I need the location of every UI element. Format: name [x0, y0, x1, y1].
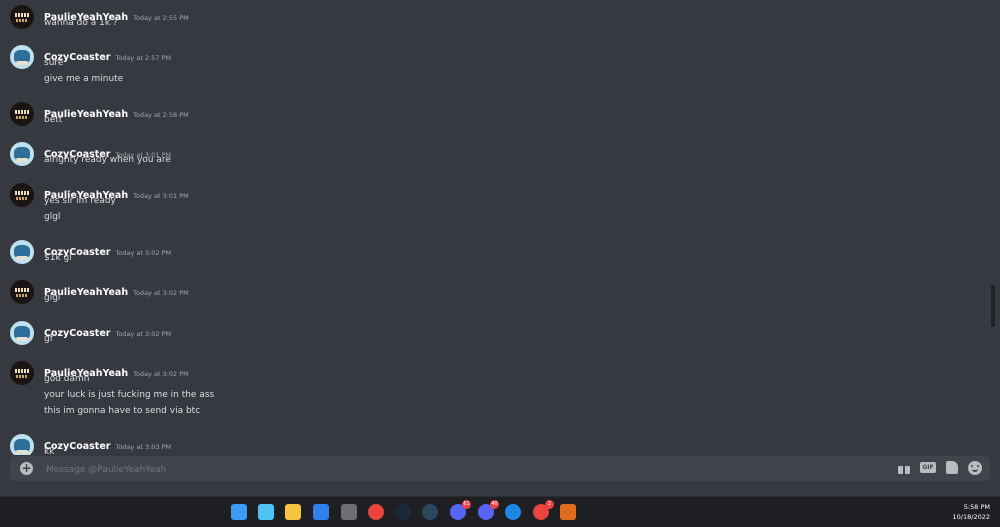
discord-icon[interactable]: 40 [478, 500, 499, 520]
gift-icon[interactable] [897, 461, 911, 475]
emoji-icon[interactable] [968, 461, 982, 475]
message-text: glgl [44, 293, 61, 303]
app-icon[interactable] [313, 504, 329, 520]
username[interactable]: CozyCoaster [44, 328, 110, 339]
cozy-avatar[interactable] [10, 45, 34, 69]
message-header: CozyCoaster Today at 2:57 PM [44, 45, 172, 63]
message-header: PaulieYeahYeah Today at 3:02 PM [44, 361, 189, 379]
paulie-avatar[interactable] [10, 280, 34, 304]
message-input[interactable] [44, 460, 848, 479]
message-header: PaulieYeahYeah Today at 2:55 PM [44, 5, 189, 23]
cozy-avatar[interactable] [10, 321, 34, 345]
notification-badge: 2 [545, 500, 554, 509]
message-text: $1k gl [44, 253, 72, 263]
chrome-icon[interactable]: 2 [533, 500, 554, 520]
cozy-avatar[interactable] [10, 434, 34, 455]
clock-date: 10/18/2022 [952, 513, 990, 521]
message-text: give me a minute [44, 74, 124, 84]
notification-badge: 40 [490, 500, 499, 509]
timestamp: Today at 3:02 PM [133, 289, 189, 297]
message-text: glgl [44, 212, 61, 222]
sticker-icon[interactable] [946, 461, 958, 474]
paulie-avatar[interactable] [10, 102, 34, 126]
media-player-icon[interactable] [505, 504, 521, 520]
chrome-icon[interactable] [368, 504, 384, 520]
calculator-icon[interactable] [341, 504, 357, 520]
app-icon[interactable] [560, 504, 576, 520]
message-header: PaulieYeahYeah Today at 3:02 PM [44, 280, 189, 298]
steam-icon[interactable] [422, 504, 438, 520]
notification-badge: 61 [462, 500, 471, 509]
paulie-avatar[interactable] [10, 361, 34, 385]
message-text: gf [44, 334, 53, 344]
paulie-avatar[interactable] [10, 5, 34, 29]
timestamp: Today at 3:02 PM [115, 249, 172, 257]
message-text: wanna do a 1k ? [44, 18, 118, 28]
message-text: kk [44, 447, 55, 455]
chat-messages: PaulieYeahYeah Today at 2:55 PM wanna do a… [0, 0, 990, 455]
message-header: CozyCoaster Today at 3:02 PM [44, 240, 172, 258]
timestamp: Today at 3:03 PM [115, 443, 172, 451]
message-header: CozyCoaster Today at 3:01 PM [44, 142, 171, 160]
timestamp: Today at 2:57 PM [115, 54, 172, 62]
cozy-avatar[interactable] [10, 240, 34, 264]
message-text: alrighty ready when you are [44, 155, 171, 165]
timestamp: Today at 2:58 PM [133, 111, 189, 119]
message-header: CozyCoaster Today at 3:03 PM [44, 434, 172, 452]
plus-circle-icon[interactable]: + [20, 462, 33, 475]
timestamp: Today at 3:01 PM [133, 192, 189, 200]
taskbar: 61 40 2 5:58 PM 10/18/2022 [0, 496, 1000, 527]
message-text: sure [44, 58, 64, 68]
message-header: PaulieYeahYeah Today at 3:01 PM [44, 183, 189, 201]
discord-icon[interactable]: 61 [450, 500, 471, 520]
gif-button[interactable]: GIF [920, 462, 936, 473]
file-explorer-icon[interactable] [285, 504, 301, 520]
chat-scrollbar[interactable] [991, 285, 995, 327]
message-text: god damn [44, 374, 90, 384]
message-text: bett [44, 115, 63, 125]
message-header: PaulieYeahYeah Today at 2:58 PM [44, 102, 189, 120]
paulie-avatar[interactable] [10, 183, 34, 207]
system-clock[interactable]: 5:58 PM 10/18/2022 [940, 502, 990, 522]
timestamp: Today at 3:02 PM [115, 330, 172, 338]
message-composer: + GIF [10, 456, 990, 481]
cozy-avatar[interactable] [10, 142, 34, 166]
timestamp: Today at 2:55 PM [133, 14, 189, 22]
clock-time: 5:58 PM [963, 503, 990, 511]
message-text: your luck is just fucking me in the ass [44, 390, 215, 400]
message-text: this im gonna have to send via btc [44, 406, 201, 416]
message-text: yes sir im ready [44, 196, 116, 206]
message-header: CozyCoaster Today at 3:02 PM [44, 321, 172, 339]
search-icon[interactable] [258, 504, 274, 520]
timestamp: Today at 3:02 PM [133, 370, 189, 378]
steam-icon[interactable] [395, 504, 411, 520]
windows-start-icon[interactable] [231, 504, 247, 520]
